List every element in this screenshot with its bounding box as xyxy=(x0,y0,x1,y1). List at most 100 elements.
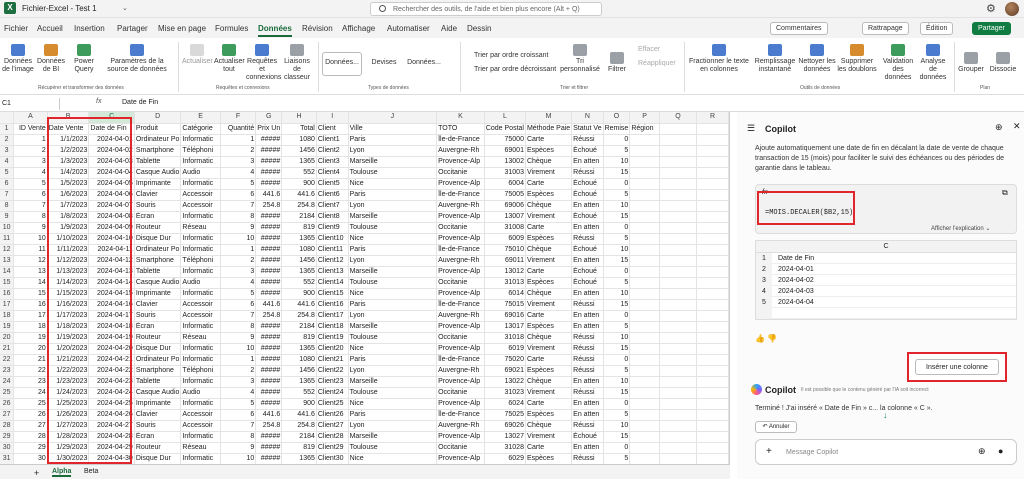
cell[interactable]: Prix Un xyxy=(255,123,283,135)
cell[interactable]: 819 xyxy=(281,222,317,234)
row-header[interactable]: 24 xyxy=(0,376,15,388)
cell[interactable] xyxy=(696,442,729,454)
cell[interactable]: En atten xyxy=(571,398,604,410)
cell[interactable]: Carte xyxy=(525,354,573,366)
cell[interactable]: Client27 xyxy=(316,420,349,432)
cell[interactable] xyxy=(659,376,698,388)
cell[interactable] xyxy=(629,211,660,223)
cell[interactable]: Imprimante xyxy=(134,288,182,300)
cell[interactable]: Provence-Alp xyxy=(436,431,485,443)
cell[interactable]: Échoué xyxy=(571,189,604,201)
cell[interactable]: ##### xyxy=(255,211,283,223)
cell[interactable]: Ville xyxy=(348,123,438,135)
row-header[interactable]: 27 xyxy=(0,409,15,421)
cell[interactable] xyxy=(629,288,660,300)
cell[interactable]: 6029 xyxy=(484,453,526,464)
chevron-down-icon[interactable]: ⌄ xyxy=(122,4,128,12)
cell[interactable]: Paris xyxy=(348,354,438,366)
cell[interactable]: 1 xyxy=(220,134,257,146)
cell[interactable]: Souris xyxy=(134,420,182,432)
row-header[interactable]: 15 xyxy=(0,277,15,289)
cell[interactable]: 8 xyxy=(13,211,48,223)
cell[interactable]: Marseille xyxy=(348,431,438,443)
cell[interactable]: 1365 xyxy=(281,233,317,245)
row-header[interactable]: 18 xyxy=(0,310,15,322)
cell[interactable]: 21 xyxy=(13,354,48,366)
cell[interactable]: Client11 xyxy=(316,244,349,256)
cell[interactable] xyxy=(696,266,729,278)
cell[interactable]: 552 xyxy=(281,277,317,289)
cell[interactable]: 5 xyxy=(603,409,631,421)
cell[interactable]: 75020 xyxy=(484,354,526,366)
cell[interactable]: Client22 xyxy=(316,365,349,377)
cell[interactable]: Téléphoni xyxy=(180,145,221,157)
row-header[interactable]: 28 xyxy=(0,420,15,432)
cell[interactable] xyxy=(629,453,660,464)
cell[interactable]: Marseille xyxy=(348,376,438,388)
cell[interactable]: Auvergne-Rh xyxy=(436,310,485,322)
cell[interactable]: Client26 xyxy=(316,409,349,421)
cell[interactable] xyxy=(629,343,660,355)
cell[interactable]: Espèces xyxy=(525,277,573,289)
cell[interactable]: 5 xyxy=(13,178,48,190)
remove-duplicates-button[interactable]: Supprimer les doublons xyxy=(836,44,878,74)
explain-link[interactable]: Afficher l'explication ⌄ xyxy=(931,225,990,232)
cell[interactable]: Paris xyxy=(348,409,438,421)
cell[interactable]: 6 xyxy=(220,189,257,201)
cell[interactable]: 10 xyxy=(603,200,631,212)
cell[interactable]: Réussi xyxy=(571,354,604,366)
cell[interactable]: Auvergne-Rh xyxy=(436,255,485,267)
cell[interactable]: Informatic xyxy=(180,431,221,443)
cell[interactable]: Client15 xyxy=(316,288,349,300)
cell[interactable]: 1080 xyxy=(281,134,317,146)
clear-filter-button[interactable]: Effacer xyxy=(638,46,660,53)
row-header[interactable]: 25 xyxy=(0,387,15,399)
cell[interactable]: 7 xyxy=(220,310,257,322)
cell[interactable]: En atten xyxy=(571,288,604,300)
cell[interactable]: Code Postal xyxy=(484,123,526,135)
cell[interactable]: 8 xyxy=(220,211,257,223)
cell[interactable]: Échoué xyxy=(571,277,604,289)
cell[interactable]: 31018 xyxy=(484,332,526,344)
cell[interactable]: Île-de-France xyxy=(436,134,485,146)
cell[interactable]: En atten xyxy=(571,321,604,333)
cell[interactable]: Client29 xyxy=(316,442,349,454)
cell[interactable]: 10 xyxy=(603,420,631,432)
cell[interactable]: 3 xyxy=(220,156,257,168)
cell[interactable]: 3 xyxy=(13,156,48,168)
cell[interactable]: Smartphone xyxy=(134,145,182,157)
cell[interactable]: Carte xyxy=(525,442,573,454)
clean-data-button[interactable]: Nettoyer les données xyxy=(798,44,836,74)
cell[interactable] xyxy=(696,453,729,464)
cell[interactable]: Client xyxy=(316,123,349,135)
cell[interactable]: Espèces xyxy=(525,365,573,377)
cell[interactable]: 6009 xyxy=(484,233,526,245)
cell[interactable]: Provence-Alp xyxy=(436,233,485,245)
image-data-button[interactable]: Données de l'image xyxy=(2,44,34,74)
cell[interactable]: Client17 xyxy=(316,310,349,322)
cell[interactable]: ##### xyxy=(255,321,283,333)
cell[interactable] xyxy=(659,145,698,157)
comments-button[interactable]: Commentaires xyxy=(770,22,828,35)
cell[interactable] xyxy=(696,233,729,245)
cell[interactable]: Chèque xyxy=(525,332,573,344)
cell[interactable]: 69026 xyxy=(484,420,526,432)
cell[interactable]: Réussi xyxy=(571,134,604,146)
cell[interactable]: Chèque xyxy=(525,244,573,256)
cell[interactable]: Client2 xyxy=(316,145,349,157)
cell[interactable]: Espèces xyxy=(525,453,573,464)
cell[interactable] xyxy=(629,255,660,267)
cell[interactable] xyxy=(659,354,698,366)
cell[interactable]: En atten xyxy=(571,310,604,322)
avatar[interactable] xyxy=(1005,2,1019,16)
cell[interactable]: ##### xyxy=(255,167,283,179)
cell[interactable] xyxy=(696,409,729,421)
search-input[interactable]: Rechercher des outils, de l'aide et bien… xyxy=(370,2,602,16)
cell[interactable]: Audio xyxy=(180,167,221,179)
cell[interactable]: En atten xyxy=(571,255,604,267)
cell[interactable]: Provence-Alp xyxy=(436,288,485,300)
row-header[interactable]: 13 xyxy=(0,255,15,267)
cell[interactable]: Audio xyxy=(180,387,221,399)
cell[interactable]: Clavier xyxy=(134,189,182,201)
row-header[interactable]: 17 xyxy=(0,299,15,311)
